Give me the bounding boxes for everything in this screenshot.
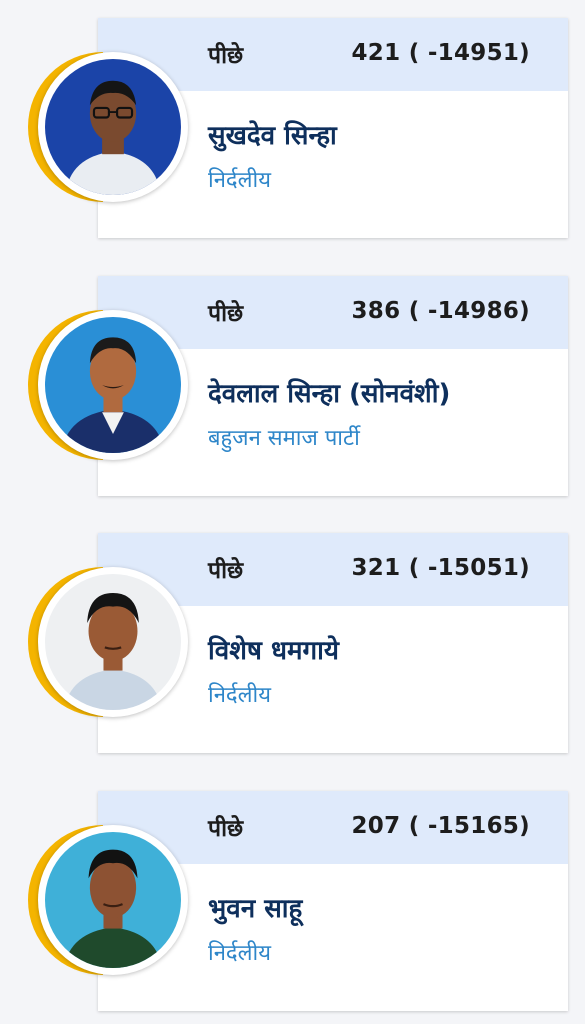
person-photo-icon bbox=[45, 574, 181, 710]
candidate-avatar bbox=[28, 310, 188, 470]
party-name: निर्दलीय bbox=[208, 168, 271, 193]
candidate-photo bbox=[38, 567, 188, 717]
status-label: पीछे bbox=[208, 43, 244, 69]
candidate-name: सुखदेव सिन्हा bbox=[208, 121, 337, 151]
candidate-photo bbox=[38, 825, 188, 975]
status-label: पीछे bbox=[208, 816, 244, 842]
person-photo-icon bbox=[45, 59, 181, 195]
vote-count: 321 ( -15051) bbox=[351, 555, 530, 581]
candidate-name: देवलाल सिन्हा (सोनवंशी) bbox=[208, 379, 451, 409]
person-photo-icon bbox=[45, 317, 181, 453]
vote-count: 386 ( -14986) bbox=[351, 298, 530, 324]
candidate-name: विशेष धमगाये bbox=[208, 636, 339, 666]
party-name: निर्दलीय bbox=[208, 683, 271, 708]
status-label: पीछे bbox=[208, 301, 244, 327]
candidate-name: भुवन साहू bbox=[208, 894, 303, 924]
person-photo-icon bbox=[45, 832, 181, 968]
candidate-avatar bbox=[28, 52, 188, 212]
party-name: निर्दलीय bbox=[208, 941, 271, 966]
status-label: पीछे bbox=[208, 558, 244, 584]
vote-count: 421 ( -14951) bbox=[351, 40, 530, 66]
candidate-photo bbox=[38, 52, 188, 202]
candidate-photo bbox=[38, 310, 188, 460]
vote-count: 207 ( -15165) bbox=[351, 813, 530, 839]
party-name: बहुजन समाज पार्टी bbox=[208, 426, 360, 451]
candidate-avatar bbox=[28, 567, 188, 727]
candidate-avatar bbox=[28, 825, 188, 985]
